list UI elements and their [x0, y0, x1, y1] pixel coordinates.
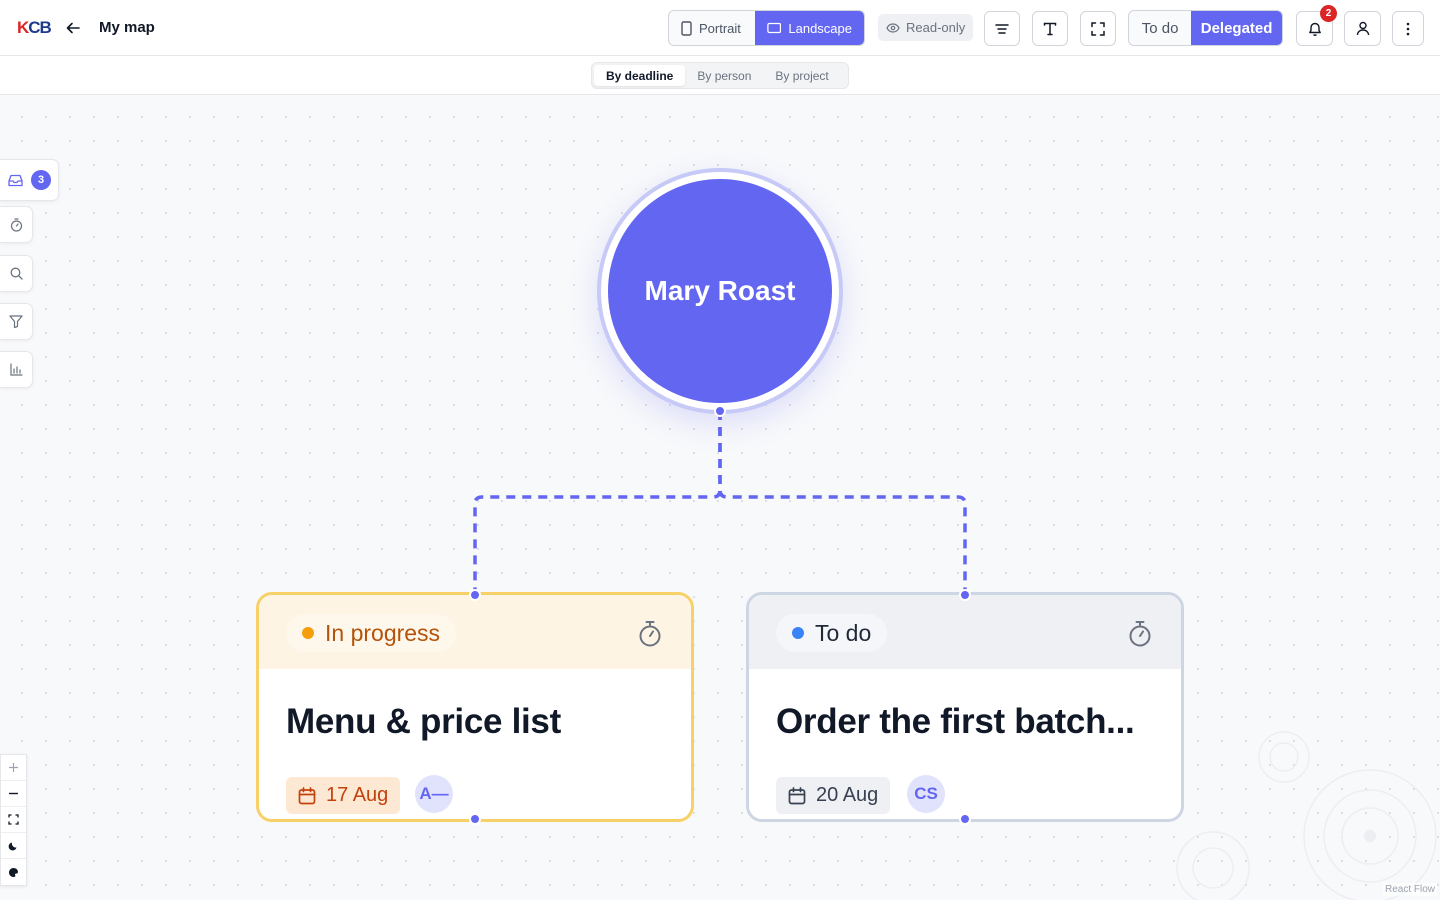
group-by-deadline-tab[interactable]: By deadline — [594, 65, 686, 86]
more-options-button[interactable] — [1392, 11, 1424, 46]
calendar-icon — [788, 786, 806, 804]
task-card-header: To do — [749, 595, 1181, 669]
filter-icon — [9, 315, 23, 328]
group-by-toggle: By deadline By person By project — [591, 62, 849, 89]
task-source-handle[interactable] — [959, 813, 971, 825]
task-card[interactable]: To do Order the first batch... 20 Aug CS — [746, 592, 1184, 822]
profile-button[interactable] — [1344, 11, 1381, 46]
filter-button[interactable] — [0, 303, 33, 340]
timer-icon — [10, 217, 22, 232]
inbox-count-badge: 3 — [31, 170, 51, 190]
status-label: In progress — [325, 619, 441, 646]
status-dot — [302, 627, 314, 639]
task-target-handle[interactable] — [959, 589, 971, 601]
status-label: To do — [815, 619, 872, 646]
status-badge[interactable]: In progress — [286, 614, 457, 652]
read-only-label: Read-only — [906, 20, 966, 35]
timer-icon[interactable] — [1127, 620, 1153, 648]
react-flow-attribution[interactable]: React Flow — [1382, 883, 1437, 896]
orientation-toggle: Portrait Landscape — [668, 10, 865, 46]
fullscreen-icon — [1091, 21, 1105, 36]
delegated-tab[interactable]: Delegated — [1191, 11, 1282, 45]
group-by-person-tab[interactable]: By person — [685, 65, 763, 86]
chart-icon — [9, 363, 23, 376]
group-by-project-tab[interactable]: By project — [763, 65, 840, 86]
top-bar: KCB My map Portrait Landscape Read-only … — [0, 0, 1440, 56]
root-source-handle[interactable] — [714, 405, 726, 417]
status-badge[interactable]: To do — [776, 614, 888, 652]
bell-icon — [1308, 22, 1321, 36]
root-node[interactable]: Mary Roast — [597, 168, 843, 414]
status-dot — [792, 627, 804, 639]
fit-view-icon[interactable] — [1, 807, 26, 833]
root-node-label: Mary Roast — [608, 179, 832, 403]
task-card[interactable]: In progress Menu & price list 17 Aug A— — [256, 592, 694, 822]
due-date-badge[interactable]: 17 Aug — [286, 777, 401, 814]
timer-button[interactable] — [0, 206, 33, 243]
due-date-badge[interactable]: 20 Aug — [776, 777, 891, 814]
back-arrow-icon[interactable] — [62, 16, 84, 40]
task-card-header: In progress — [259, 595, 691, 669]
zoom-in-icon[interactable] — [1, 755, 26, 781]
zoom-out-icon[interactable] — [1, 781, 26, 807]
search-button[interactable] — [0, 255, 33, 292]
eye-icon — [886, 22, 900, 33]
notification-badge: 2 — [1320, 5, 1337, 22]
align-center-icon — [995, 23, 1009, 34]
text-button[interactable] — [1032, 11, 1068, 46]
portrait-button[interactable]: Portrait — [669, 11, 755, 45]
calendar-icon — [298, 786, 316, 804]
landscape-label: Landscape — [788, 20, 852, 36]
more-vertical-icon — [1406, 22, 1410, 35]
assignee-avatar[interactable]: A— — [415, 775, 453, 813]
due-date-label: 17 Aug — [326, 784, 389, 806]
dark-mode-icon[interactable] — [1, 833, 26, 859]
todo-tab[interactable]: To do — [1129, 11, 1191, 45]
landscape-button[interactable]: Landscape — [755, 11, 864, 45]
zoom-controls — [0, 754, 27, 886]
search-icon — [10, 267, 23, 280]
inbox-icon — [8, 174, 23, 186]
fullscreen-button[interactable] — [1080, 11, 1116, 46]
page-title: My map — [99, 19, 155, 36]
theme-icon[interactable] — [1, 859, 26, 885]
inbox-button[interactable]: 3 — [0, 159, 59, 201]
read-only-badge[interactable]: Read-only — [878, 14, 973, 41]
task-source-handle[interactable] — [469, 813, 481, 825]
view-mode-toggle: To do Delegated — [1128, 10, 1283, 46]
timer-icon[interactable] — [637, 620, 663, 648]
portrait-label: Portrait — [699, 20, 741, 36]
user-icon — [1356, 21, 1369, 36]
due-date-label: 20 Aug — [816, 784, 879, 806]
stats-button[interactable] — [0, 351, 33, 388]
landscape-icon — [767, 22, 782, 34]
portrait-icon — [681, 20, 692, 36]
task-title: Menu & price list — [286, 702, 561, 741]
app-logo[interactable]: KCB — [17, 18, 52, 38]
task-target-handle[interactable] — [469, 589, 481, 601]
task-title: Order the first batch... — [776, 702, 1135, 741]
group-by-bar: By deadline By person By project — [0, 56, 1440, 95]
align-button[interactable] — [984, 11, 1020, 46]
text-icon — [1043, 22, 1057, 35]
assignee-avatar[interactable]: CS — [907, 775, 945, 813]
